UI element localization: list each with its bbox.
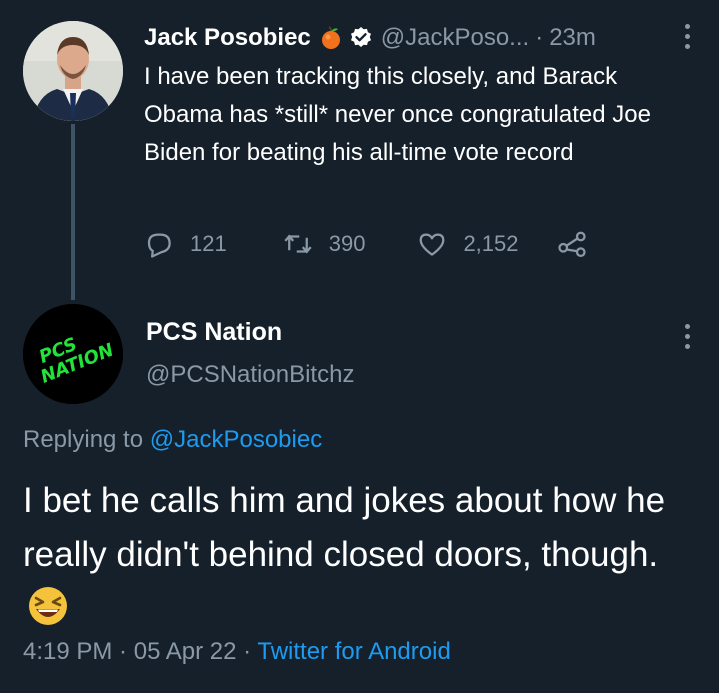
reply-date[interactable]: 05 Apr 22 [134, 638, 237, 665]
separator-dot: · [535, 24, 544, 51]
meta-separator: · [112, 638, 134, 665]
thread-connector-line [71, 124, 75, 300]
reply-meta: 4:19 PM · 05 Apr 22 · Twitter for Androi… [23, 638, 451, 666]
tweet-actions: 121 390 2,152 [144, 226, 587, 262]
retweet-icon [284, 234, 312, 254]
replying-prefix: Replying to [23, 426, 150, 453]
more-icon[interactable] [683, 324, 691, 349]
retweet-button[interactable]: 390 [283, 229, 366, 259]
source-link[interactable]: Twitter for Android [257, 638, 450, 665]
like-button[interactable]: 2,152 [417, 229, 519, 259]
like-count: 2,152 [463, 231, 519, 256]
apple-emoji-icon [321, 26, 340, 49]
avatar-pcs-nation[interactable]: PCS NATION [23, 304, 123, 404]
retweet-count: 390 [328, 231, 366, 256]
display-name[interactable]: Jack Posobiec [144, 24, 311, 52]
meta-separator: · [236, 638, 258, 665]
tweet-text: I have been tracking this closely, and B… [144, 63, 651, 166]
replying-to-link[interactable]: @JackPosobiec [150, 426, 322, 453]
tweet-header: Jack Posobiec @JackPoso... · 23m [144, 20, 699, 56]
avatar-jack-posobiec[interactable] [23, 21, 123, 121]
reply-count: 121 [190, 231, 227, 256]
reply-time[interactable]: 4:19 PM [23, 638, 112, 665]
replying-to: Replying to @JackPosobiec [23, 426, 322, 454]
share-icon [557, 231, 586, 257]
more-icon[interactable] [683, 24, 691, 49]
reply-text-container: I bet he calls him and jokes about how h… [23, 474, 703, 636]
reply-display-name[interactable]: PCS Nation [146, 318, 282, 347]
avatar-photo-icon [23, 21, 123, 121]
reply-handle[interactable]: @PCSNationBitchz [146, 361, 354, 389]
reply-button[interactable]: 121 [144, 229, 227, 259]
tweet-time[interactable]: 23m [549, 24, 596, 52]
reply-text: I bet he calls him and jokes about how h… [23, 481, 666, 574]
laughing-emoji-icon [29, 587, 67, 625]
like-icon [420, 233, 445, 256]
share-button[interactable] [557, 229, 587, 259]
verified-icon [350, 27, 371, 47]
reply-icon [147, 233, 171, 258]
pcs-nation-logo: PCS NATION [23, 304, 123, 404]
handle[interactable]: @JackPoso... [381, 24, 529, 52]
